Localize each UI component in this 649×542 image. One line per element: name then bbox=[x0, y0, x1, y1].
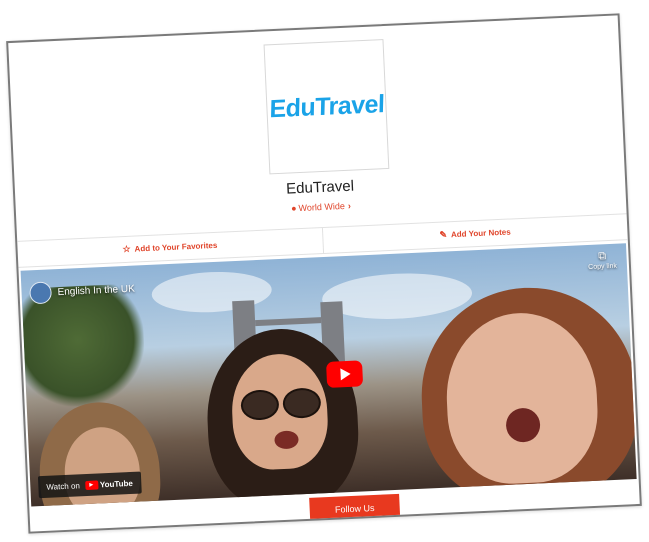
follow-us-button[interactable]: Follow Us bbox=[309, 493, 401, 524]
youtube-video-player[interactable]: English In the UK ⧉ Copy link Watch on Y… bbox=[20, 243, 637, 507]
map-pin-icon: ● bbox=[290, 203, 297, 214]
copy-icon: ⧉ bbox=[597, 250, 607, 263]
youtube-icon bbox=[84, 479, 99, 490]
notes-label: Add Your Notes bbox=[450, 227, 511, 240]
logo-text: EduTravel bbox=[268, 89, 385, 123]
channel-name: English In the UK bbox=[57, 283, 136, 298]
edit-icon: ✎ bbox=[439, 229, 448, 240]
brand-logo: EduTravel bbox=[263, 39, 390, 175]
bridge-walkway bbox=[255, 317, 322, 327]
youtube-label: YouTube bbox=[99, 478, 134, 489]
listing-card: EduTravel EduTravel ● World Wide › ☆ Add t… bbox=[6, 13, 642, 534]
play-icon bbox=[340, 367, 351, 381]
watch-on-youtube-button[interactable]: Watch on YouTube bbox=[37, 471, 142, 499]
copy-link-label: Copy link bbox=[588, 262, 618, 272]
chevron-right-icon: › bbox=[347, 200, 352, 211]
favorites-label: Add to Your Favorites bbox=[134, 240, 218, 254]
watch-on-label: Watch on bbox=[46, 480, 81, 492]
location-label: World Wide bbox=[298, 200, 346, 214]
star-icon: ☆ bbox=[122, 243, 131, 255]
cloud bbox=[321, 270, 474, 323]
youtube-logo: YouTube bbox=[84, 478, 134, 490]
channel-avatar bbox=[29, 281, 53, 305]
play-button[interactable] bbox=[326, 360, 364, 388]
copy-link-button[interactable]: ⧉ Copy link bbox=[587, 250, 617, 271]
